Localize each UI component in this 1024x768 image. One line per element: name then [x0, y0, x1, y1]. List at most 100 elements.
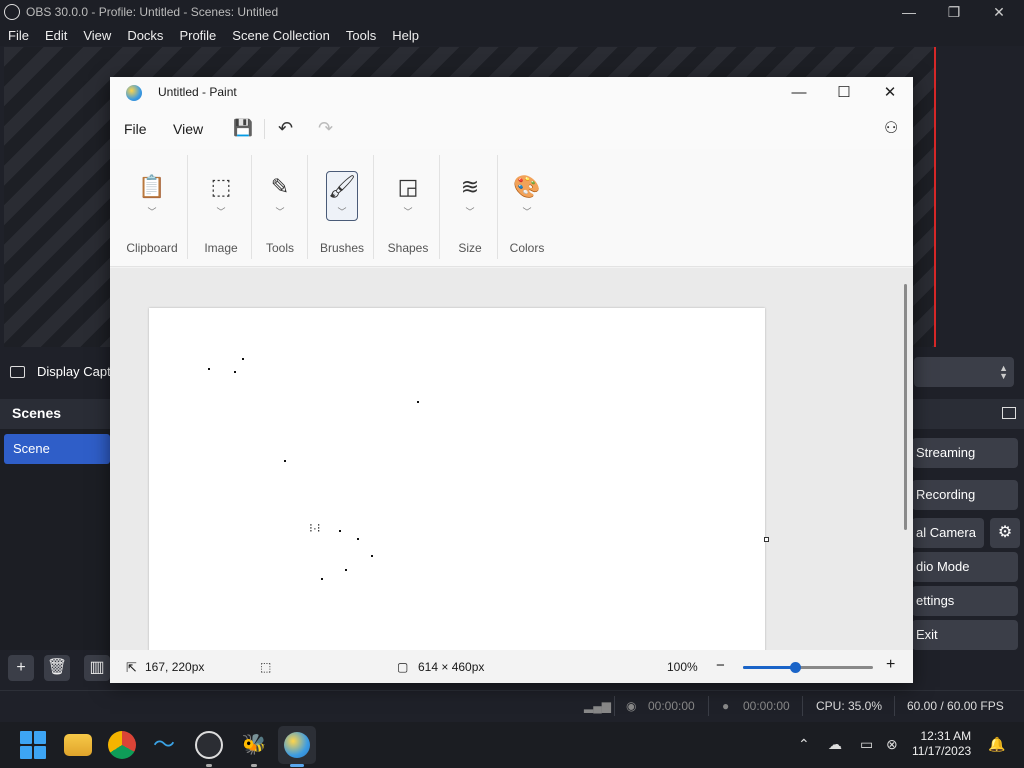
menu-edit[interactable]: Edit — [45, 28, 67, 43]
ribbon-label-shapes: Shapes — [387, 241, 429, 255]
source-label: Display Capt — [37, 364, 111, 379]
account-settings-icon[interactable]: ⚇ — [884, 118, 898, 138]
stroke-size-icon: ≋ — [460, 174, 480, 199]
menu-docks[interactable]: Docks — [127, 28, 163, 43]
vertical-scrollbar[interactable] — [904, 284, 907, 530]
ribbon-group-size[interactable]: ≋ ﹀ Size — [442, 149, 498, 267]
canvas-resize-handle[interactable] — [764, 537, 769, 542]
scenes-title: Scenes — [12, 405, 62, 421]
cursor-position: 167, 220px — [145, 660, 205, 674]
canvas-size: 614 × 460px — [418, 660, 485, 674]
chrome-icon[interactable] — [108, 731, 136, 759]
virtual-camera-button[interactable]: al Camera — [912, 518, 984, 548]
crosshair-cursor-icon: ⁝·⁝ — [309, 521, 321, 535]
scene-filter-button[interactable]: ▥ — [84, 655, 110, 681]
ribbon-group-shapes[interactable]: ◲ ﹀ Shapes — [376, 149, 440, 267]
paint-dot — [417, 401, 419, 403]
zoom-slider-thumb[interactable] — [790, 662, 801, 673]
ribbon-group-colors[interactable]: 🎨 ﹀ Colors — [500, 149, 554, 267]
zoom-slider[interactable] — [743, 662, 873, 673]
obs-maximize-button[interactable]: ❐ — [931, 0, 977, 24]
redo-icon[interactable]: ↷ — [318, 118, 333, 139]
stream-status-icon: ◉ — [626, 699, 637, 713]
add-scene-button[interactable]: + — [8, 655, 34, 681]
paint-ribbon: 📋 ﹀ Clipboard ⬚ ﹀ Image ✎ ﹀ Tools 🖌 ﹀ Br… — [110, 149, 913, 267]
studio-mode-button[interactable]: dio Mode — [912, 552, 1018, 582]
chevron-down-icon: ﹀ — [275, 207, 285, 217]
save-icon[interactable]: 💾 — [233, 118, 253, 138]
paint-dot — [339, 530, 341, 532]
ribbon-group-image[interactable]: ⬚ ﹀ Image — [190, 149, 252, 267]
obs-minimize-button[interactable]: — — [886, 0, 932, 24]
obs-close-button[interactable]: ✕ — [976, 0, 1022, 24]
paint-maximize-button[interactable]: ☐ — [824, 81, 864, 105]
zoom-out-button[interactable]: − — [716, 657, 725, 674]
stream-time: 00:00:00 — [648, 699, 695, 713]
spinner-arrows-icon: ▲ ▼ — [999, 363, 1008, 381]
display-capture-source[interactable]: Display Capt — [10, 364, 111, 379]
clock-date: 11/17/2023 — [912, 744, 972, 758]
zoom-in-button[interactable]: + — [886, 656, 895, 674]
windows-taskbar: 〜 🐝 ⌃ ☁ ▭ ⊗ 12:31 AM 11/17/2023 🔔 — [0, 722, 1024, 768]
paint-dot — [234, 371, 236, 373]
paint-menu-file[interactable]: File — [124, 121, 147, 137]
menu-profile[interactable]: Profile — [179, 28, 216, 43]
ribbon-label-size: Size — [458, 241, 482, 255]
exit-button[interactable]: Exit — [912, 620, 1018, 650]
scene-item[interactable]: Scene — [4, 434, 110, 464]
display-icon[interactable]: ▭ — [860, 736, 873, 753]
paint-window-title: Untitled - Paint — [158, 85, 237, 99]
paint-menu-view[interactable]: View — [173, 121, 203, 137]
paint-taskbar-button[interactable] — [278, 726, 316, 764]
fps-readout: 60.00 / 60.00 FPS — [907, 699, 1004, 713]
obs-icon[interactable] — [195, 731, 223, 759]
ribbon-group-tools[interactable]: ✎ ﹀ Tools — [252, 149, 308, 267]
paint-dot — [242, 358, 244, 360]
menu-help[interactable]: Help — [392, 28, 419, 43]
clipboard-icon: 📋 — [138, 174, 166, 199]
edge-dev-icon[interactable]: 〜 — [150, 731, 178, 759]
shapes-icon: ◲ — [397, 174, 419, 199]
ribbon-group-clipboard[interactable]: 📋 ﹀ Clipboard — [116, 149, 188, 267]
menu-file[interactable]: File — [8, 28, 29, 43]
chevron-up-icon[interactable]: ⌃ — [798, 736, 810, 753]
undock-icon[interactable] — [1002, 407, 1016, 419]
paint-dot — [357, 538, 359, 540]
record-status-icon: ● — [722, 699, 730, 713]
scene-item-label: Scene — [13, 441, 50, 456]
controls-dock-header — [912, 399, 1024, 429]
drawing-canvas[interactable]: ⁝·⁝ — [149, 308, 765, 650]
paint-close-button[interactable]: ✕ — [870, 81, 910, 105]
taskbar-clock[interactable]: 12:31 AM 11/17/2023 — [912, 729, 971, 759]
settings-button[interactable]: ettings — [912, 586, 1018, 616]
windows-start-icon[interactable] — [20, 731, 48, 759]
chevron-down-icon: ﹀ — [522, 207, 532, 217]
ribbon-group-brushes[interactable]: 🖌 ﹀ Brushes — [310, 149, 374, 267]
tools-icon: ✎ — [270, 174, 290, 199]
undo-icon[interactable]: ↶ — [278, 118, 293, 139]
preview-bounds-line — [934, 47, 936, 347]
paint-statusbar: ⇱ 167, 220px ⬚ ▢ 614 × 460px 100% − + — [110, 650, 913, 683]
start-streaming-button[interactable]: Streaming — [912, 438, 1018, 468]
ribbon-label-colors: Colors — [509, 241, 545, 255]
file-explorer-icon[interactable] — [64, 734, 92, 756]
selection-size-icon: ⬚ — [260, 660, 272, 674]
gear-icon[interactable]: ⚙ — [990, 518, 1020, 548]
monitor-icon — [10, 365, 25, 378]
paint-minimize-button[interactable]: — — [779, 81, 819, 105]
source-select[interactable]: ▲ ▼ — [914, 357, 1014, 387]
bee-app-icon[interactable]: 🐝 — [240, 731, 268, 759]
menu-tools[interactable]: Tools — [346, 28, 376, 43]
clock-time: 12:31 AM — [920, 729, 972, 743]
menu-view[interactable]: View — [83, 28, 111, 43]
start-recording-button[interactable]: Recording — [912, 480, 1018, 510]
zoom-level: 100% — [667, 660, 698, 674]
scenes-dock-header: Scenes — [0, 399, 110, 429]
notification-bell-icon[interactable]: 🔔 — [988, 736, 1005, 753]
paint-window: Untitled - Paint — ☐ ✕ File View 💾 ↶ ↷ ⚇… — [110, 77, 913, 683]
network-disconnected-icon[interactable]: ⊗ — [886, 736, 898, 753]
onedrive-offline-icon[interactable]: ☁ — [828, 736, 842, 753]
menu-scene-collection[interactable]: Scene Collection — [232, 28, 330, 43]
obs-window-title: OBS 30.0.0 - Profile: Untitled - Scenes:… — [26, 5, 279, 19]
remove-scene-button[interactable]: 🗑 — [44, 655, 70, 681]
